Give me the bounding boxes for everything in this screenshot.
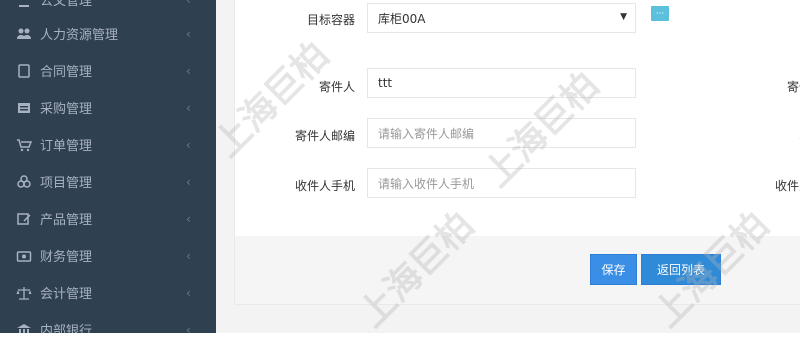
sidebar-item-label: 人力资源管理 bbox=[40, 28, 119, 43]
sidebar-item-projects[interactable]: 项目管理 ‹ bbox=[0, 163, 216, 200]
more-button[interactable]: ··· bbox=[651, 6, 669, 21]
chevron-left-icon: ‹ bbox=[186, 285, 191, 300]
file-icon bbox=[16, 0, 32, 8]
form-panel: 目标容器 库柜00A ▼ ··· 备注 寄件人 ttt 寄件地址 寄件人邮编 请… bbox=[234, 0, 800, 305]
caret-down-icon: ▼ bbox=[620, 12, 627, 22]
edit-icon bbox=[16, 211, 32, 227]
chevron-left-icon: ‹ bbox=[186, 26, 191, 41]
balance-icon bbox=[16, 285, 32, 301]
sidebar-item-label: 财务管理 bbox=[40, 250, 93, 265]
list-icon bbox=[16, 100, 32, 116]
sidebar-item-label: 内部银行 bbox=[40, 324, 93, 333]
sidebar-item-contracts[interactable]: 合同管理 ‹ bbox=[0, 52, 216, 89]
sidebar-item-orders[interactable]: 订单管理 ‹ bbox=[0, 126, 216, 163]
sidebar-item-label: 订单管理 bbox=[40, 139, 93, 154]
chevron-left-icon: ‹ bbox=[186, 211, 191, 226]
chevron-left-icon: ‹ bbox=[186, 100, 191, 115]
target-container-select[interactable]: 库柜00A ▼ bbox=[367, 3, 636, 33]
sidebar-item-hr[interactable]: 人力资源管理 ‹ bbox=[0, 15, 216, 52]
sidebar-item-internal-bank[interactable]: 内部银行 ‹ bbox=[0, 311, 216, 333]
remark-label: 备注 bbox=[715, 11, 800, 28]
target-container-value: 库柜00A bbox=[378, 11, 426, 26]
sender-zip-input[interactable]: 请输入寄件人邮编 bbox=[367, 118, 636, 148]
chevron-left-icon: ‹ bbox=[186, 0, 196, 7]
sidebar-item-products[interactable]: 产品管理 ‹ bbox=[0, 200, 216, 237]
sender-address-label: 寄件地址 bbox=[786, 80, 800, 94]
sidebar-item-label: 公文管理 bbox=[40, 0, 93, 9]
chevron-left-icon: ‹ bbox=[186, 248, 191, 263]
bank-icon bbox=[16, 322, 32, 333]
sidebar-item-label: 产品管理 bbox=[40, 213, 93, 228]
sidebar: 公文管理 ‹ 人力资源管理 ‹ 合同管理 ‹ 采购管理 ‹ 订单管理 ‹ 项目管… bbox=[0, 0, 216, 333]
sidebar-item-label: 会计管理 bbox=[40, 287, 93, 302]
back-to-list-button[interactable]: 返回列表 bbox=[641, 254, 721, 285]
users-icon bbox=[16, 26, 32, 42]
sidebar-item-label: 项目管理 bbox=[40, 176, 93, 191]
document-icon bbox=[16, 63, 32, 79]
chevron-left-icon: ‹ bbox=[186, 63, 191, 78]
chevron-left-icon: ‹ bbox=[186, 137, 191, 152]
cart-icon bbox=[16, 137, 32, 153]
sidebar-item-accounting[interactable]: 会计管理 ‹ bbox=[0, 274, 216, 311]
camera-icon bbox=[16, 248, 32, 264]
receiver-phone-input[interactable]: 请输入收件人手机 bbox=[367, 168, 636, 198]
receiver-label: 收件人 bbox=[715, 127, 800, 144]
chevron-left-icon: ‹ bbox=[186, 174, 191, 189]
main-content: 目标容器 库柜00A ▼ ··· 备注 寄件人 ttt 寄件地址 寄件人邮编 请… bbox=[216, 0, 800, 333]
receiver-zip-label: 收件人邮编 bbox=[774, 179, 800, 193]
sidebar-item-label: 采购管理 bbox=[40, 102, 93, 117]
sender-zip-label: 寄件人邮编 bbox=[294, 129, 355, 143]
cubes-icon bbox=[16, 174, 32, 190]
chevron-left-icon: ‹ bbox=[186, 322, 191, 334]
sidebar-item-finance[interactable]: 财务管理 ‹ bbox=[0, 237, 216, 274]
sidebar-item-purchasing[interactable]: 采购管理 ‹ bbox=[0, 89, 216, 126]
sender-input[interactable]: ttt bbox=[367, 68, 636, 98]
target-container-label: 目标容器 bbox=[306, 13, 355, 27]
sidebar-item-label: 合同管理 bbox=[40, 65, 93, 80]
save-button[interactable]: 保存 bbox=[590, 254, 637, 285]
sender-label: 寄件人 bbox=[318, 80, 355, 94]
receiver-phone-label: 收件人手机 bbox=[294, 179, 355, 193]
